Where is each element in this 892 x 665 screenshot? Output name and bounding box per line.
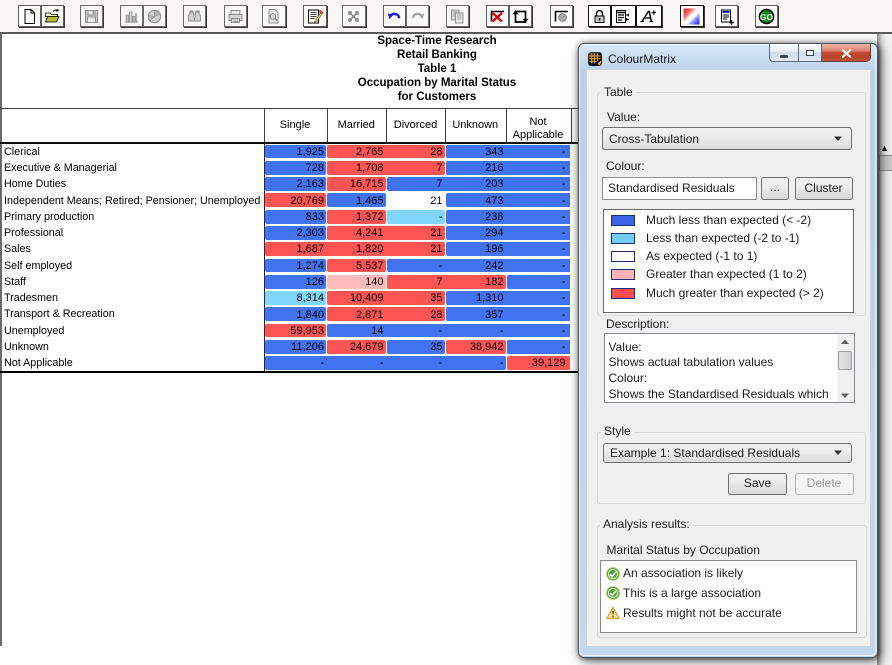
svg-text:GO: GO [760, 12, 774, 22]
